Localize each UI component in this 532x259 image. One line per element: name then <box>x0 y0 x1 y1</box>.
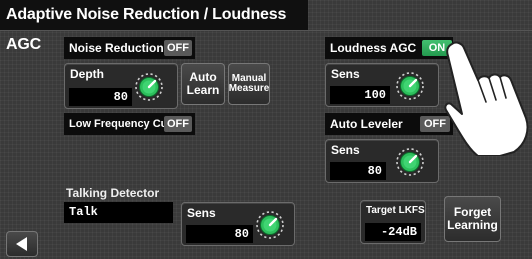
back-button[interactable] <box>6 231 38 257</box>
auto-leveler-label: Auto Leveler <box>330 117 403 131</box>
auto-leveler-toggle[interactable]: Auto Leveler OFF <box>325 113 453 135</box>
leveler-sens-knob-icon[interactable] <box>396 148 424 176</box>
auto-learn-button[interactable]: Auto Learn <box>181 63 225 105</box>
manual-measure-button[interactable]: Manual Measure <box>228 63 270 105</box>
leveler-sens-control[interactable]: Sens 80 <box>325 139 439 183</box>
noise-reduction-state: OFF <box>164 40 192 56</box>
agc-sens-control[interactable]: Sens 100 <box>325 63 439 107</box>
hand-pointer-icon <box>444 41 529 156</box>
talk-sens-knob-icon[interactable] <box>256 211 284 239</box>
leveler-sens-label: Sens <box>331 143 360 157</box>
back-arrow-icon <box>16 237 27 251</box>
forget-learning-button[interactable]: Forget Learning <box>444 196 501 242</box>
noise-reduction-toggle[interactable]: Noise Reduction OFF <box>64 37 195 59</box>
talk-sens-value: 80 <box>186 225 253 243</box>
leveler-sens-value: 80 <box>330 162 386 180</box>
header-divider <box>0 30 532 31</box>
loudness-agc-toggle[interactable]: Loudness AGC ON <box>325 37 453 59</box>
low-frequency-cut-state: OFF <box>164 116 192 132</box>
depth-value: 80 <box>69 88 132 106</box>
agc-sens-value: 100 <box>330 86 390 104</box>
talk-sens-label: Sens <box>187 206 216 220</box>
agc-sens-knob-icon[interactable] <box>396 72 424 100</box>
loudness-agc-label: Loudness AGC <box>330 41 417 55</box>
low-frequency-cut-toggle[interactable]: Low Frequency Cut OFF <box>64 113 195 135</box>
agc-sens-label: Sens <box>331 67 360 81</box>
target-lkfs-control[interactable]: Target LKFS -24dB <box>360 200 426 244</box>
noise-reduction-label: Noise Reduction <box>69 41 164 55</box>
talking-detector-value[interactable]: Talk <box>64 202 173 223</box>
target-lkfs-value: -24dB <box>365 223 421 241</box>
depth-label: Depth <box>70 67 104 81</box>
low-frequency-cut-label: Low Frequency Cut <box>69 118 172 130</box>
talk-sens-control[interactable]: Sens 80 <box>181 202 295 246</box>
page-title: Adaptive Noise Reduction / Loudness AGC <box>0 0 308 53</box>
depth-knob-icon[interactable] <box>135 73 163 101</box>
talking-detector-label: Talking Detector <box>66 186 160 200</box>
target-lkfs-label: Target LKFS <box>366 205 425 216</box>
depth-control[interactable]: Depth 80 <box>64 63 178 109</box>
